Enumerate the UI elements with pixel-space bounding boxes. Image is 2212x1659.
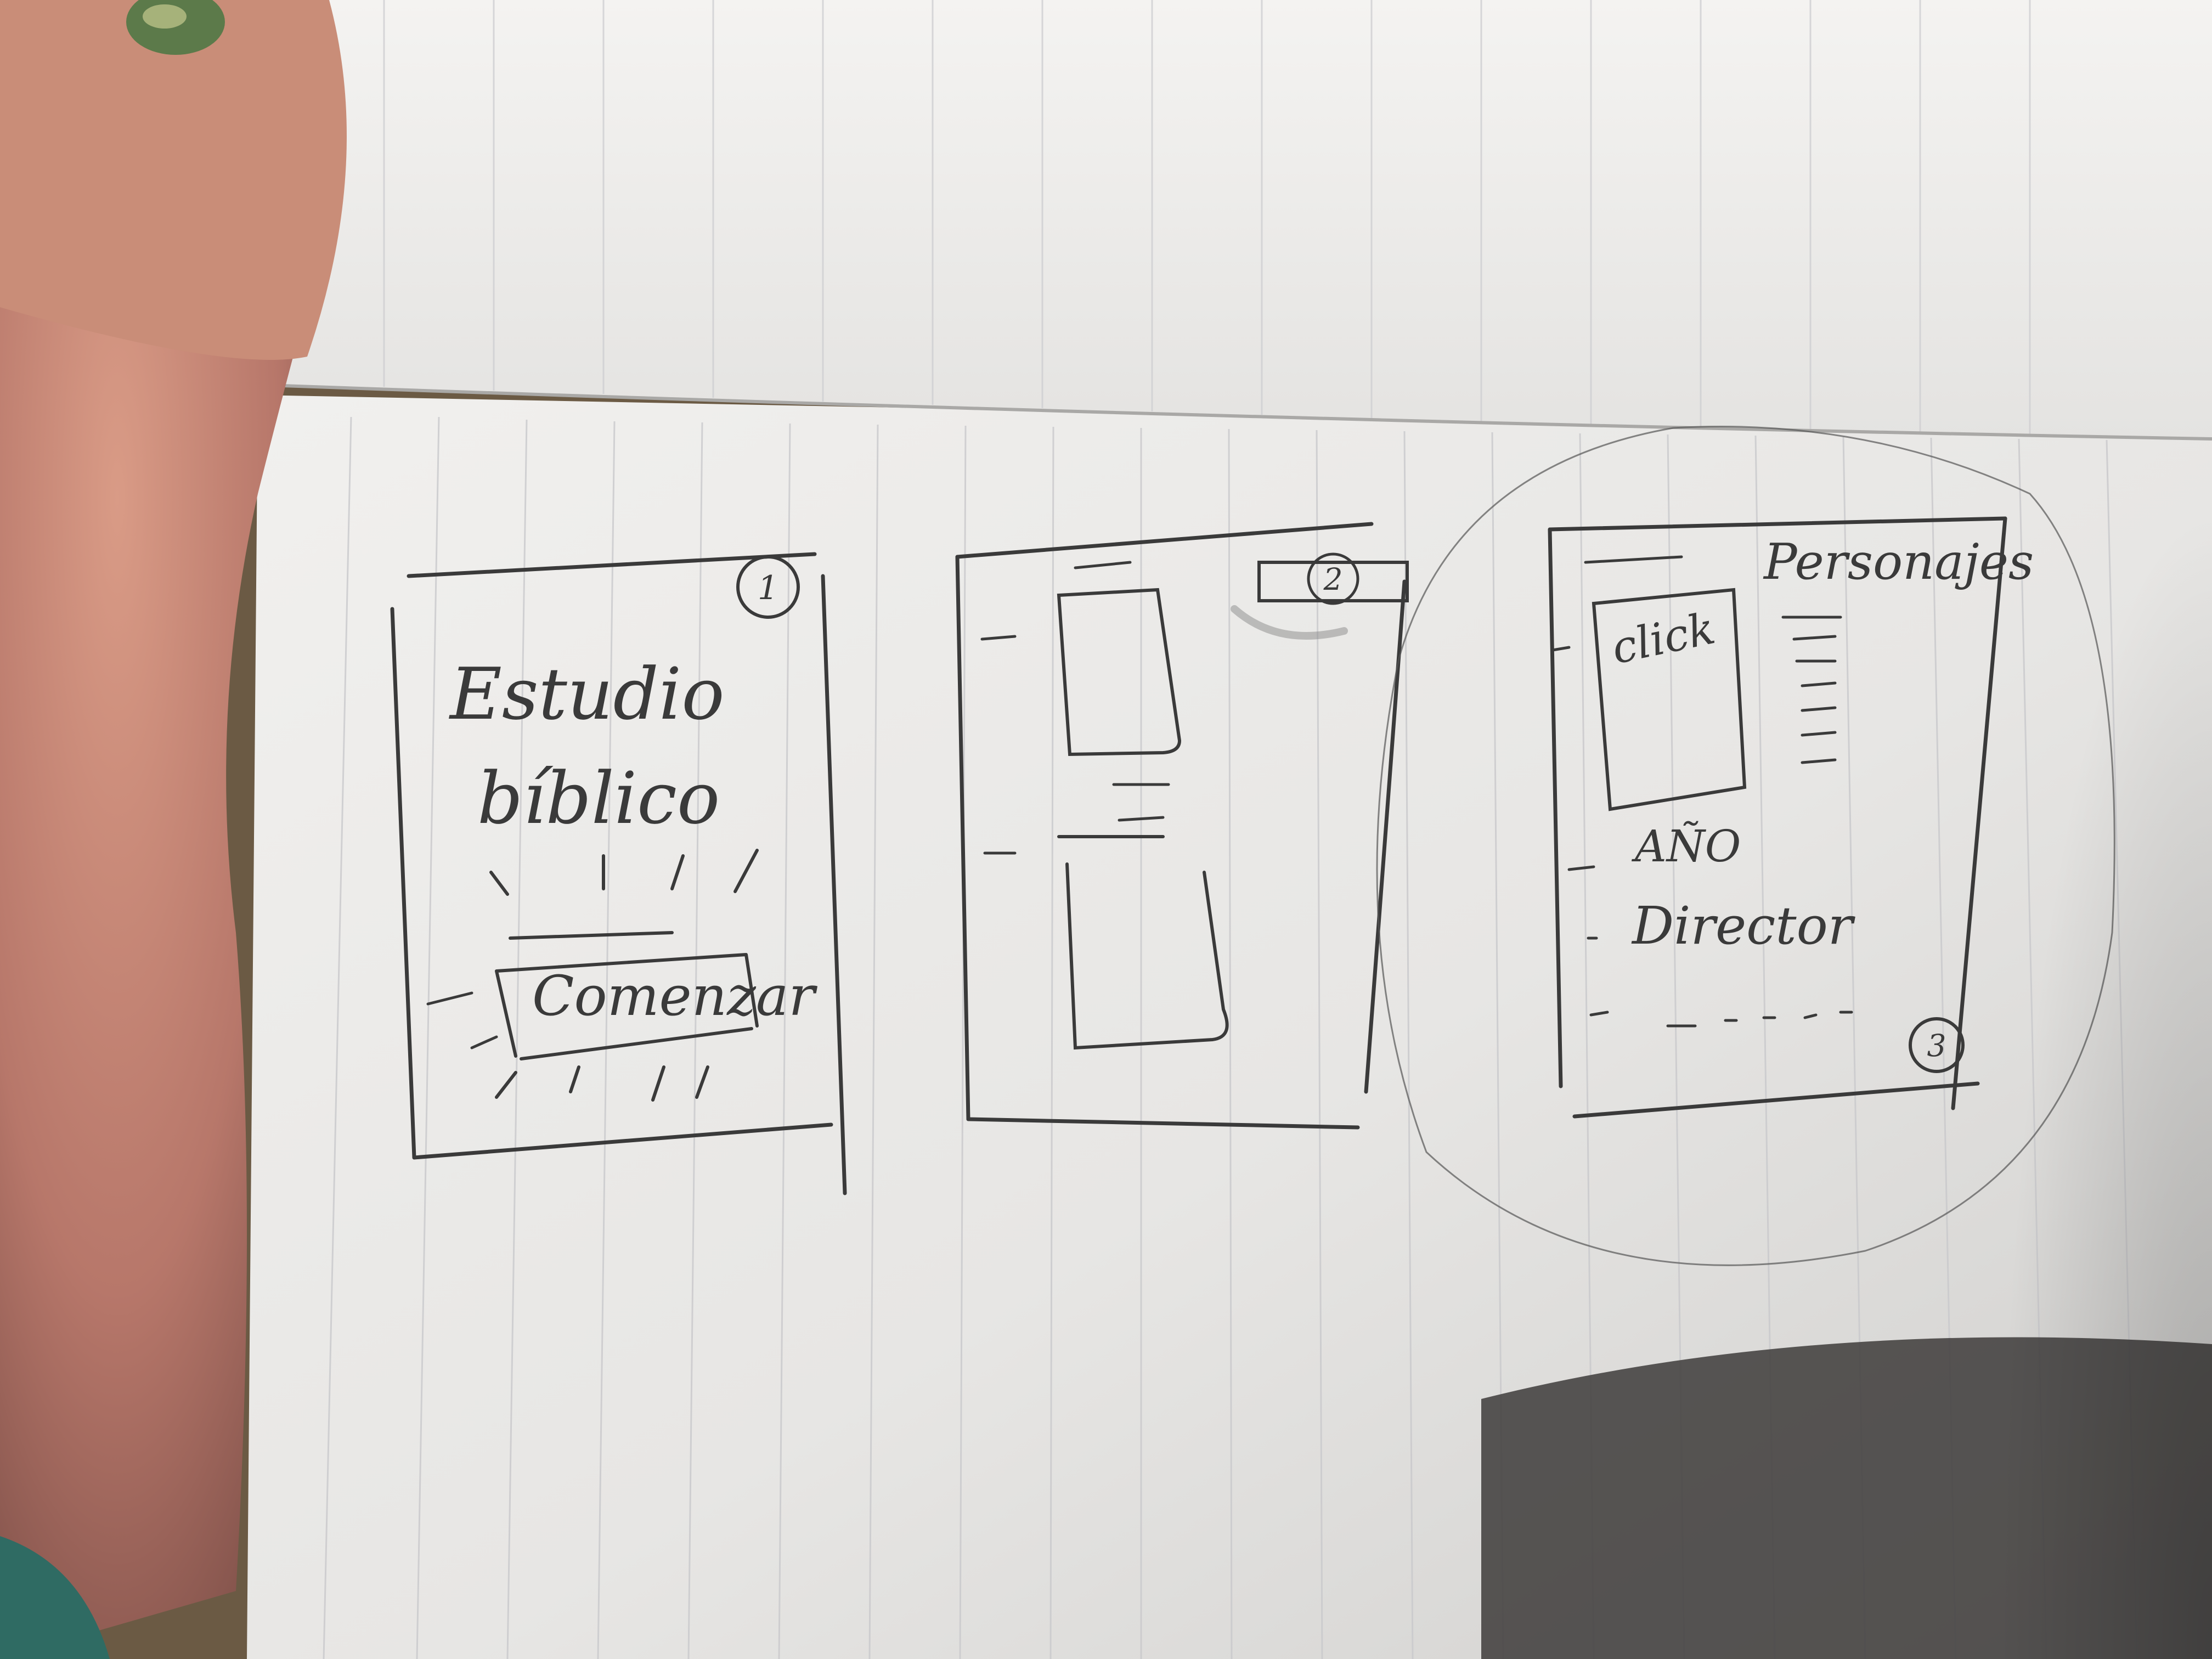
upper-page [230,0,2212,441]
start-button-label[interactable]: Comenzar [532,964,817,1028]
app-title-line2: bíblico [477,757,720,840]
frame-number-1: 1 [758,569,778,607]
frame-number-2: 2 [1323,562,1343,597]
notebook-photo: 1 Estudio bíblico Comenzar 2 Personajes … [0,0,2212,1659]
app-title-line1: Estudio [449,652,725,736]
frame-number-3: 3 [1927,1028,1946,1063]
field-year: AÑO [1631,821,1741,872]
field-director: Director [1631,896,1856,956]
